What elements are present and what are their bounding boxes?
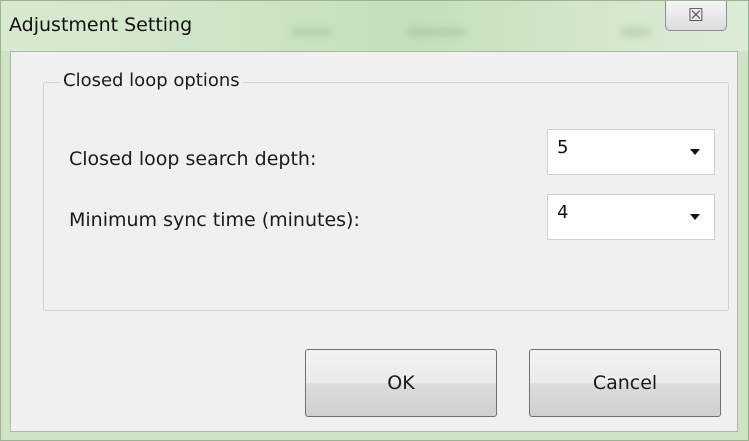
dialog-content: Closed loop options Closed loop search d… [10, 51, 738, 432]
group-title: Closed loop options [60, 70, 243, 91]
title-bar[interactable]: Adjustment Setting [1, 1, 748, 51]
chevron-down-icon [690, 149, 700, 155]
search-depth-value: 5 [557, 137, 569, 158]
search-depth-dropdown[interactable]: 5 [547, 129, 715, 175]
cancel-button[interactable]: Cancel [529, 349, 721, 417]
ok-button[interactable]: OK [305, 349, 497, 417]
close-icon: ☒ [687, 5, 705, 26]
dialog-window: Adjustment Setting ☒ Closed loop options… [0, 0, 749, 441]
close-button[interactable]: ☒ [665, 1, 727, 31]
sync-time-label: Minimum sync time (minutes): [69, 209, 360, 231]
window-title: Adjustment Setting [9, 14, 193, 36]
sync-time-dropdown[interactable]: 4 [547, 194, 715, 240]
sync-time-value: 4 [557, 202, 569, 223]
chevron-down-icon [690, 214, 700, 220]
search-depth-label: Closed loop search depth: [69, 148, 317, 170]
